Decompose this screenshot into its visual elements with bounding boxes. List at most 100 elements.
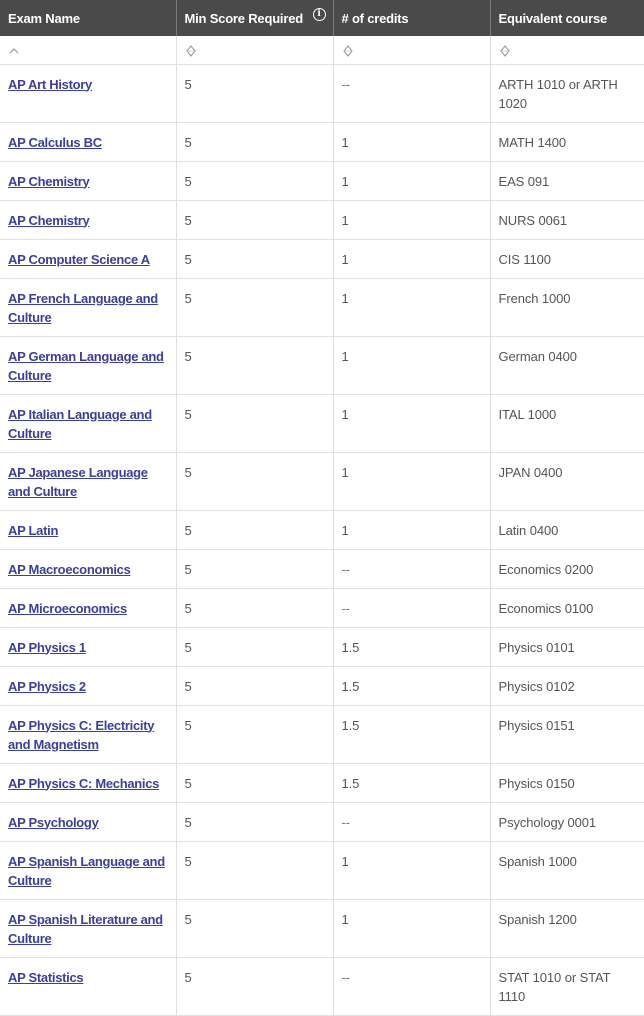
min-score-cell: 5 bbox=[176, 394, 334, 453]
exam-link[interactable]: AP Physics C: Electricity and Magnetism bbox=[8, 718, 154, 752]
exam-link[interactable]: AP French Language and Culture bbox=[8, 291, 158, 325]
credits-cell: 1 bbox=[333, 122, 491, 162]
credits-cell: 1 bbox=[333, 394, 491, 453]
credits-cell: 1 bbox=[333, 200, 491, 240]
credits-cell: 1 bbox=[333, 336, 491, 395]
min-score-cell: 5 bbox=[176, 161, 334, 201]
credits-cell: -- bbox=[333, 64, 491, 123]
min-score-cell: 5 bbox=[176, 957, 334, 1016]
exam-name-cell: AP German Language and Culture bbox=[0, 336, 177, 395]
table-row: AP Psychology 5 -- Psychology 0001 bbox=[0, 802, 644, 842]
equivalent-course-cell: Psychology 0001 bbox=[490, 802, 644, 842]
header-credits[interactable]: # of credits bbox=[333, 0, 491, 36]
sort-row bbox=[0, 36, 644, 65]
min-score-cell: 5 bbox=[176, 452, 334, 511]
ap-credit-table: Exam Name Min Score Required i # of cred… bbox=[0, 0, 644, 1016]
header-min-score-label: Min Score Required bbox=[184, 10, 304, 26]
exam-name-cell: AP Statistics bbox=[0, 957, 177, 1016]
min-score-cell: 5 bbox=[176, 278, 334, 337]
info-icon[interactable]: i bbox=[312, 8, 326, 21]
exam-link[interactable]: AP Physics C: Mechanics bbox=[8, 776, 159, 791]
table-row: AP Chemistry 5 1 NURS 0061 bbox=[0, 200, 644, 240]
table-row: AP Chemistry 5 1 EAS 091 bbox=[0, 161, 644, 201]
credits-cell: 1 bbox=[333, 161, 491, 201]
exam-link[interactable]: AP Calculus BC bbox=[8, 135, 102, 150]
sort-unsorted-icon[interactable] bbox=[342, 44, 354, 57]
table-row: AP Physics C: Mechanics 5 1.5 Physics 0150 bbox=[0, 763, 644, 803]
sort-unsorted-icon[interactable] bbox=[499, 44, 511, 57]
exam-name-cell: AP French Language and Culture bbox=[0, 278, 177, 337]
equivalent-course-cell: Physics 0102 bbox=[490, 666, 644, 706]
exam-name-cell: AP Physics 1 bbox=[0, 627, 177, 667]
table-row: AP Microeconomics 5 -- Economics 0100 bbox=[0, 588, 644, 628]
exam-link[interactable]: AP Latin bbox=[8, 523, 58, 538]
exam-link[interactable]: AP German Language and Culture bbox=[8, 349, 164, 383]
equivalent-course-cell: EAS 091 bbox=[490, 161, 644, 201]
equivalent-course-cell: STAT 1010 or STAT 1110 bbox=[490, 957, 644, 1016]
min-score-cell: 5 bbox=[176, 899, 334, 958]
table-row: AP Japanese Language and Culture 5 1 JPAN 0… bbox=[0, 452, 644, 511]
exam-link[interactable]: AP Chemistry bbox=[8, 174, 90, 189]
equivalent-course-cell: CIS 1100 bbox=[490, 239, 644, 279]
equivalent-course-cell: Physics 0151 bbox=[490, 705, 644, 764]
table-row: AP Macroeconomics 5 -- Economics 0200 bbox=[0, 549, 644, 589]
exam-link[interactable]: AP Spanish Language and Culture bbox=[8, 854, 165, 888]
credits-cell: 1 bbox=[333, 452, 491, 511]
exam-name-cell: AP Computer Science A bbox=[0, 239, 177, 279]
exam-link[interactable]: AP Physics 2 bbox=[8, 679, 86, 694]
min-score-cell: 5 bbox=[176, 64, 334, 123]
exam-link[interactable]: AP Psychology bbox=[8, 815, 99, 830]
exam-link[interactable]: AP Statistics bbox=[8, 970, 84, 985]
table-row: AP Latin 5 1 Latin 0400 bbox=[0, 510, 644, 550]
exam-name-cell: AP Chemistry bbox=[0, 161, 177, 201]
equivalent-course-cell: ARTH 1010 or ARTH 1020 bbox=[490, 64, 644, 123]
min-score-cell: 5 bbox=[176, 336, 334, 395]
header-equivalent-course[interactable]: Equivalent course bbox=[490, 0, 644, 36]
sort-ascending-icon[interactable] bbox=[8, 45, 20, 57]
equivalent-course-cell: Spanish 1200 bbox=[490, 899, 644, 958]
sort-exam-name[interactable] bbox=[0, 36, 177, 65]
equivalent-course-cell: Spanish 1000 bbox=[490, 841, 644, 900]
min-score-cell: 5 bbox=[176, 200, 334, 240]
exam-link[interactable]: AP Japanese Language and Culture bbox=[8, 465, 148, 499]
exam-name-cell: AP Physics C: Mechanics bbox=[0, 763, 177, 803]
credits-cell: 1.5 bbox=[333, 705, 491, 764]
equivalent-course-cell: Economics 0100 bbox=[490, 588, 644, 628]
table-row: AP French Language and Culture 5 1 French 1… bbox=[0, 278, 644, 337]
exam-link[interactable]: AP Art History bbox=[8, 77, 92, 92]
min-score-cell: 5 bbox=[176, 802, 334, 842]
exam-link[interactable]: AP Physics 1 bbox=[8, 640, 86, 655]
table-row: AP Physics 1 5 1.5 Physics 0101 bbox=[0, 627, 644, 667]
table-row: AP Statistics 5 -- STAT 1010 or STAT 1110 bbox=[0, 957, 644, 1016]
header-exam-name[interactable]: Exam Name bbox=[0, 0, 177, 36]
exam-name-cell: AP Spanish Language and Culture bbox=[0, 841, 177, 900]
min-score-cell: 5 bbox=[176, 841, 334, 900]
sort-min-score[interactable] bbox=[176, 36, 334, 65]
exam-name-cell: AP Physics 2 bbox=[0, 666, 177, 706]
exam-link[interactable]: AP Spanish Literature and Culture bbox=[8, 912, 163, 946]
equivalent-course-cell: French 1000 bbox=[490, 278, 644, 337]
table-row: AP Physics 2 5 1.5 Physics 0102 bbox=[0, 666, 644, 706]
sort-credits[interactable] bbox=[333, 36, 491, 65]
exam-link[interactable]: AP Computer Science A bbox=[8, 252, 150, 267]
exam-link[interactable]: AP Chemistry bbox=[8, 213, 90, 228]
min-score-cell: 5 bbox=[176, 705, 334, 764]
exam-link[interactable]: AP Macroeconomics bbox=[8, 562, 131, 577]
sort-unsorted-icon[interactable] bbox=[185, 44, 197, 57]
table-row: AP Italian Language and Culture 5 1 ITAL 10… bbox=[0, 394, 644, 453]
equivalent-course-cell: German 0400 bbox=[490, 336, 644, 395]
min-score-cell: 5 bbox=[176, 763, 334, 803]
header-min-score[interactable]: Min Score Required i bbox=[176, 0, 334, 36]
credits-cell: 1 bbox=[333, 841, 491, 900]
equivalent-course-cell: Physics 0150 bbox=[490, 763, 644, 803]
credits-cell: 1 bbox=[333, 278, 491, 337]
credits-cell: 1.5 bbox=[333, 627, 491, 667]
equivalent-course-cell: Latin 0400 bbox=[490, 510, 644, 550]
exam-name-cell: AP Spanish Literature and Culture bbox=[0, 899, 177, 958]
exam-link[interactable]: AP Italian Language and Culture bbox=[8, 407, 152, 441]
exam-name-cell: AP Psychology bbox=[0, 802, 177, 842]
sort-equivalent-course[interactable] bbox=[490, 36, 644, 65]
credits-cell: 1 bbox=[333, 239, 491, 279]
exam-link[interactable]: AP Microeconomics bbox=[8, 601, 127, 616]
exam-name-cell: AP Macroeconomics bbox=[0, 549, 177, 589]
